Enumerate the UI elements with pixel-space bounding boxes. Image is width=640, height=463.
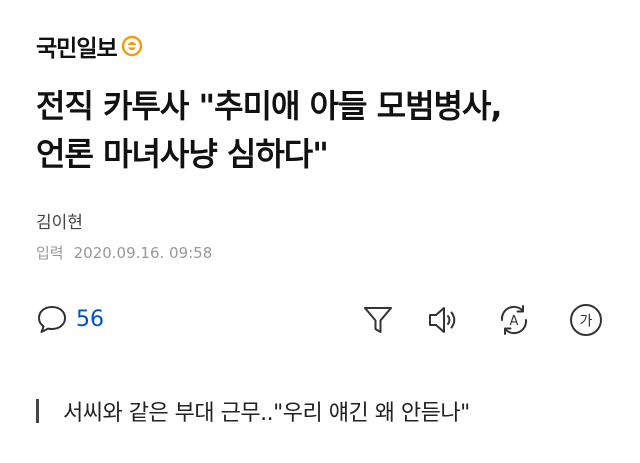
funnel-icon[interactable] <box>360 302 396 338</box>
article-title-line1: 전직 카투사 "추미애 아들 모범병사, <box>36 87 503 125</box>
orange-circle-logo-icon <box>121 35 142 57</box>
font-size-glyph: 가 <box>580 314 593 330</box>
comment-button[interactable]: 56 <box>36 304 104 334</box>
font-size-icon: 가 <box>570 304 602 336</box>
publisher-header: 국민일보 <box>36 26 143 66</box>
date-value: 2020.09.16. 09:58 <box>73 244 213 262</box>
font-size-button[interactable]: 가 <box>568 302 604 338</box>
quote-bar <box>36 399 39 423</box>
publish-dateline: 입력 2020.09.16. 09:58 <box>36 242 212 263</box>
translate-button[interactable]: A <box>496 302 532 338</box>
publisher-logo-text[interactable]: 국민일보 <box>36 29 118 63</box>
translate-glyph: A <box>510 314 519 329</box>
comment-icon <box>38 306 66 333</box>
speaker-icon[interactable] <box>424 302 460 338</box>
article-title-line2: 언론 마녀사냥 심하다" <box>36 135 329 173</box>
translate-icon: A <box>500 305 528 335</box>
comment-count: 56 <box>76 306 104 332</box>
article-title: 전직 카투사 "추미애 아들 모범병사, 언론 마녀사냥 심하다" <box>36 82 616 178</box>
article-subheading: 서씨와 같은 부대 근무.."우리 얘긴 왜 안듣나" <box>36 394 470 428</box>
article-toolbar: 56 A 가 <box>36 298 606 342</box>
date-label: 입력 <box>36 244 64 262</box>
subheading-text: 서씨와 같은 부대 근무.."우리 얘긴 왜 안듣나" <box>63 401 470 426</box>
author-name[interactable]: 김이현 <box>36 208 83 233</box>
